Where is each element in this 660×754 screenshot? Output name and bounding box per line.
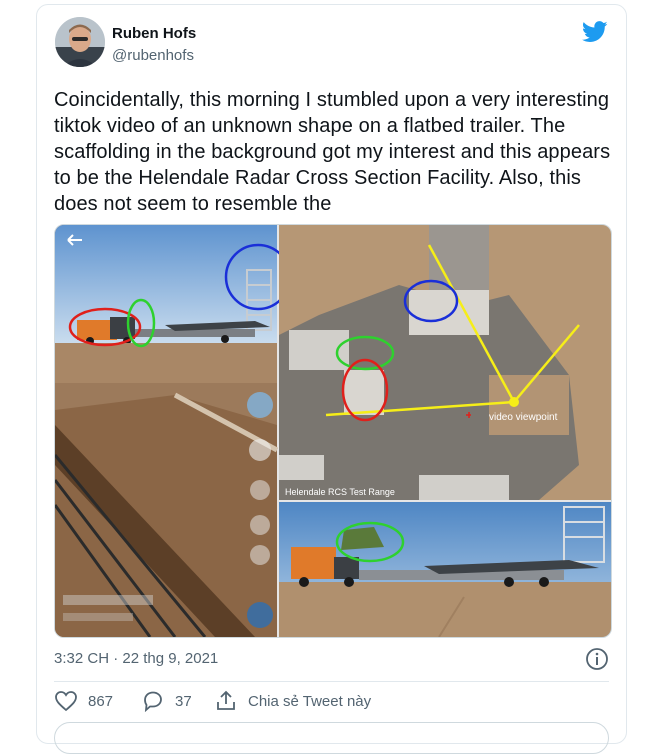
reply-icon — [144, 691, 162, 712]
tweet-timestamp[interactable]: 3:32 CH · 22 thg 9, 2021 — [54, 650, 218, 667]
map-label: Helendale RCS Test Range — [285, 487, 395, 497]
reply-count: 37 — [175, 692, 192, 710]
heart-icon — [55, 691, 77, 712]
author-handle[interactable]: @rubenhofs — [112, 47, 194, 64]
media-image: video viewpoint Helendale RCS Test Range — [55, 225, 611, 637]
author-name[interactable]: Ruben Hofs — [112, 25, 196, 42]
like-count: 867 — [88, 692, 114, 710]
info-icon[interactable] — [585, 647, 609, 671]
bottom-button[interactable] — [54, 722, 609, 754]
ground-photo — [279, 502, 611, 637]
share-icon — [217, 690, 235, 710]
twitter-bird-icon[interactable] — [582, 21, 608, 43]
tiktok-frame — [55, 225, 292, 637]
tweet-card: Ruben Hofs @rubenhofs Coincidentally, th… — [36, 4, 627, 754]
reply-button[interactable]: 37 — [141, 690, 192, 712]
divider — [54, 681, 609, 682]
avatar[interactable] — [55, 17, 105, 67]
tweet-text: Coincidentally, this morning I stumbled … — [54, 89, 611, 215]
share-button[interactable]: Chia sẻ Tweet này — [214, 690, 371, 712]
viewpoint-label: video viewpoint — [489, 412, 558, 423]
like-button[interactable]: 867 — [54, 690, 113, 712]
aerial-map: video viewpoint Helendale RCS Test Range — [279, 225, 611, 500]
share-label: Chia sẻ Tweet này — [248, 692, 372, 710]
tweet-media[interactable]: video viewpoint Helendale RCS Test Range — [54, 224, 612, 638]
